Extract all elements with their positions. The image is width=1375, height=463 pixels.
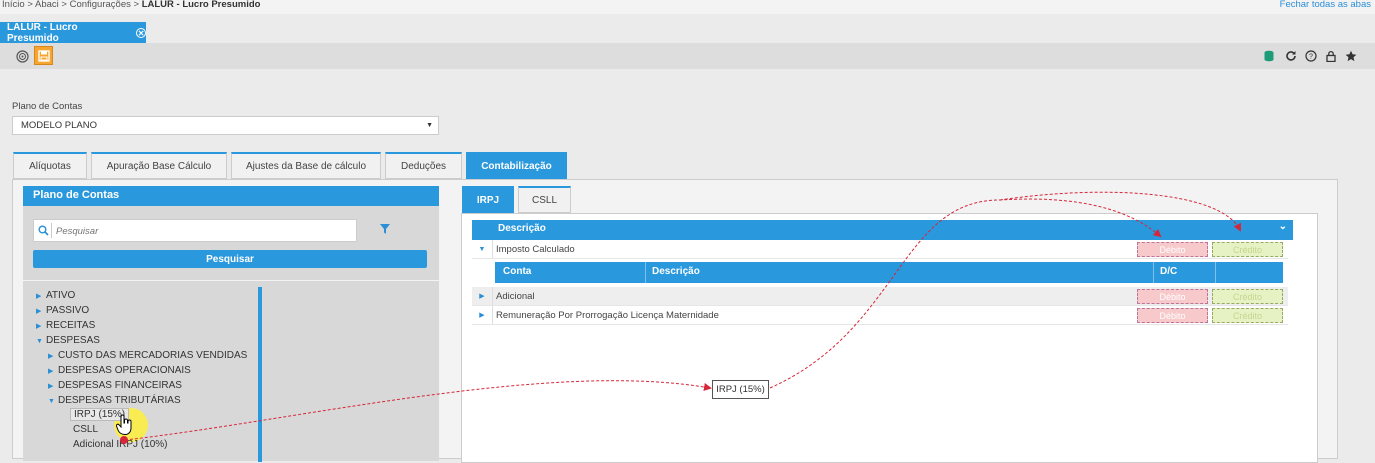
drag-path-to-tooltip bbox=[124, 380, 712, 441]
drag-path-overlay bbox=[120, 191, 1241, 444]
drag-tooltip: IRPJ (15%) bbox=[712, 380, 769, 399]
drag-path-to-debit bbox=[769, 198, 1162, 389]
drag-path-to-credit bbox=[999, 191, 1241, 232]
hand-cursor-icon bbox=[116, 414, 132, 436]
drag-origin-dot bbox=[120, 436, 128, 444]
